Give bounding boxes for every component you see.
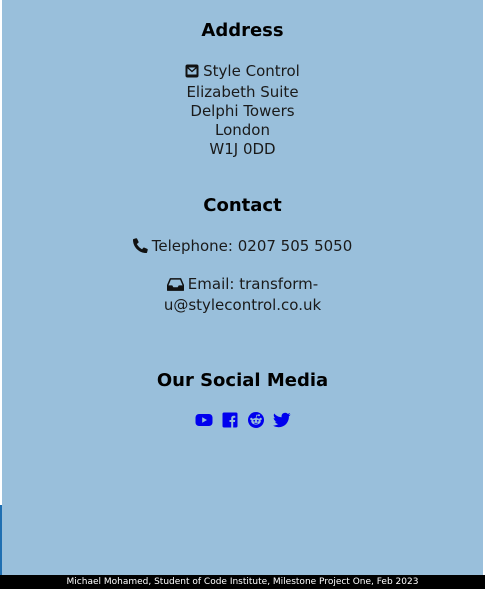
youtube-link[interactable]	[195, 411, 213, 429]
social-links	[2, 411, 483, 431]
social-heading: Our Social Media	[156, 370, 329, 391]
twitter-link[interactable]	[272, 411, 291, 429]
phone-icon	[132, 238, 148, 258]
youtube-icon	[195, 411, 213, 429]
address-line-5: W1J 0DD	[209, 140, 276, 158]
address-block: Style Control Elizabeth Suite Delphi Tow…	[2, 62, 483, 159]
email-line: Email: transform-u@stylecontrol.co.uk	[2, 275, 483, 315]
contact-heading: Contact	[203, 195, 282, 216]
footer: Michael Mohamed, Student of Code Institu…	[0, 575, 485, 589]
inbox-icon	[166, 277, 184, 296]
address-line-3: Delphi Towers	[190, 102, 295, 120]
address-heading: Address	[201, 20, 284, 41]
address-company: Style Control	[203, 62, 300, 80]
address-line-1: Style Control	[2, 62, 483, 83]
twitter-icon	[272, 411, 291, 429]
email-text: Email: transform-u@stylecontrol.co.uk	[163, 275, 322, 314]
reddit-icon	[247, 411, 265, 429]
address-line-2: Elizabeth Suite	[186, 83, 299, 101]
address-line-4: London	[215, 121, 270, 139]
facebook-link[interactable]	[221, 411, 239, 429]
phone-text: Telephone: 0207 505 5050	[151, 237, 353, 255]
facebook-icon	[221, 411, 239, 429]
envelope-square-icon	[185, 64, 199, 83]
phone-line: Telephone: 0207 505 5050	[2, 237, 483, 258]
email-wrapper: Email: transform-u@stylecontrol.co.uk	[155, 275, 330, 315]
footer-credit: Michael Mohamed, Student of Code Institu…	[66, 577, 419, 587]
reddit-link[interactable]	[247, 411, 265, 429]
page: Address Style Control Elizabeth Suite De…	[0, 0, 485, 589]
contact-panel: Address Style Control Elizabeth Suite De…	[2, 0, 483, 575]
